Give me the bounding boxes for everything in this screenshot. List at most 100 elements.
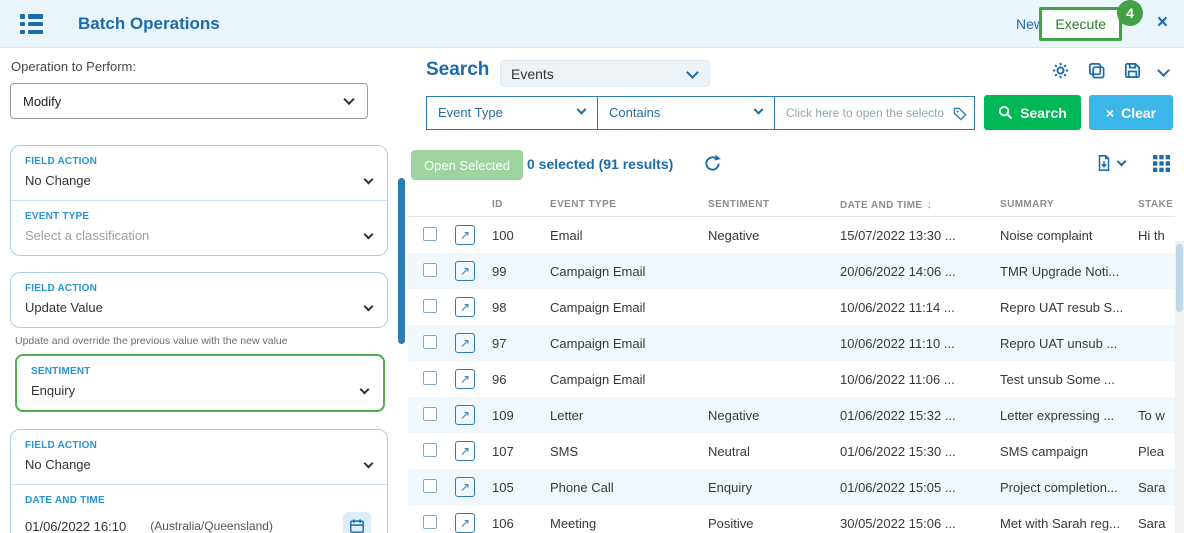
cell-id: 109 (492, 407, 514, 423)
cell-sentiment: Negative (708, 407, 760, 423)
left-panel-scrollbar[interactable] (398, 178, 405, 344)
cell-event-type: Campaign Email (550, 371, 646, 387)
table-row: 99 Campaign Email 20/06/2022 14:06 ... T… (408, 253, 1175, 289)
column-settings-button[interactable] (1153, 154, 1170, 172)
open-row-button[interactable] (455, 225, 475, 245)
field-action-value: No Change (25, 457, 91, 472)
save-search-button[interactable] (1123, 61, 1142, 80)
row-checkbox[interactable] (423, 478, 437, 493)
operation-select[interactable]: Modify (10, 83, 368, 119)
clear-x-icon: × (1105, 104, 1115, 121)
chevron-down-icon (1116, 156, 1127, 167)
col-id[interactable]: ID (492, 199, 550, 210)
table-row: 109 Letter Negative 01/06/2022 15:32 ...… (408, 397, 1175, 433)
col-event-type[interactable]: EVENT TYPE (550, 199, 708, 210)
cell-event-type: Campaign Email (550, 335, 646, 351)
search-criteria-row: Event Type Contains Click here to open t… (426, 95, 1173, 130)
open-row-button[interactable] (455, 441, 475, 461)
search-results-panel: Search Events Event Type Contains Click … (408, 48, 1184, 533)
row-checkbox[interactable] (423, 370, 437, 385)
sentiment-value: Enquiry (31, 383, 76, 398)
tag-icon (953, 107, 967, 121)
field-action-value: Update Value (25, 300, 103, 315)
collapse-search-button[interactable] (1157, 64, 1170, 77)
cell-id: 105 (492, 479, 514, 495)
criteria-field-select[interactable]: Event Type (427, 97, 597, 129)
open-selected-button[interactable]: Open Selected (411, 150, 524, 180)
open-row-button[interactable] (455, 477, 475, 497)
cell-sentiment: Enquiry (708, 479, 753, 495)
settings-gear-button[interactable] (1051, 61, 1070, 80)
col-sentiment[interactable]: SENTIMENT (708, 199, 840, 210)
calendar-icon (350, 519, 364, 533)
clear-button[interactable]: × Clear (1089, 95, 1173, 130)
field-action-select[interactable]: FIELD ACTION No Change (11, 430, 387, 484)
criteria-operator-value: Contains (609, 105, 661, 120)
open-row-button[interactable] (455, 513, 475, 533)
field-action-value: No Change (25, 173, 91, 188)
chevron-down-icon (343, 93, 355, 106)
date-and-time-value[interactable]: 01/06/2022 16:10 (25, 519, 126, 533)
table-body: 100 Email Negative 15/07/2022 13:30 ... … (408, 217, 1175, 533)
cell-sentiment: Neutral (708, 443, 750, 459)
row-checkbox[interactable] (423, 442, 437, 457)
open-row-button[interactable] (455, 333, 475, 353)
row-checkbox[interactable] (423, 262, 437, 277)
row-checkbox[interactable] (423, 514, 437, 529)
operation-to-perform-label: Operation to Perform: (11, 59, 136, 74)
col-datetime[interactable]: DATE AND TIME ↓ (840, 199, 1000, 211)
export-button[interactable] (1095, 154, 1127, 172)
refresh-button[interactable] (703, 154, 722, 178)
row-checkbox[interactable] (423, 334, 437, 349)
field-action-label: FIELD ACTION (25, 283, 98, 294)
menu-icon[interactable] (20, 14, 43, 34)
export-file-icon (1098, 155, 1110, 171)
row-checkbox[interactable] (423, 226, 437, 241)
cell-summary: Repro UAT resub S... (1000, 299, 1124, 315)
cell-event-type: Phone Call (550, 479, 614, 495)
col-stakeholders[interactable]: STAKE (1138, 199, 1175, 210)
col-summary[interactable]: SUMMARY (1000, 199, 1138, 210)
cell-summary: Test unsub Some ... (1000, 371, 1115, 387)
cell-id: 100 (492, 227, 514, 243)
close-icon[interactable]: × (1157, 12, 1168, 34)
table-scrollbar-thumb[interactable] (1176, 244, 1183, 312)
field-group-sentiment: FIELD ACTION Update Value Update and ove… (10, 272, 390, 412)
open-row-button[interactable] (455, 369, 475, 389)
field-action-select[interactable]: FIELD ACTION No Change (11, 146, 387, 200)
row-checkbox[interactable] (423, 406, 437, 421)
table-row: 107 SMS Neutral 01/06/2022 15:30 ... SMS… (408, 433, 1175, 469)
cell-stakeholders: Plea (1138, 443, 1165, 459)
search-entity-value: Events (511, 65, 554, 82)
selector-button[interactable] (952, 106, 968, 127)
grid-icon (1153, 154, 1170, 172)
table-scrollbar[interactable] (1175, 241, 1184, 533)
batch-operations-panel: Operation to Perform: Modify FIELD ACTIO… (0, 48, 400, 533)
cell-datetime: 20/06/2022 14:06 ... (840, 263, 956, 279)
calendar-picker-button[interactable] (343, 512, 371, 533)
open-row-button[interactable] (455, 405, 475, 425)
date-and-time-field: DATE AND TIME 01/06/2022 16:10 (Australi… (11, 484, 387, 533)
search-entity-select[interactable]: Events (500, 60, 710, 87)
chevron-down-icon (686, 66, 699, 79)
cell-datetime: 10/06/2022 11:10 ... (840, 335, 955, 351)
copy-search-button[interactable] (1087, 61, 1106, 80)
search-button[interactable]: Search (984, 95, 1081, 130)
execute-button[interactable]: Execute (1039, 7, 1122, 41)
cell-event-type: Campaign Email (550, 263, 646, 279)
row-checkbox[interactable] (423, 298, 437, 313)
field-action-select[interactable]: FIELD ACTION Update Value (11, 273, 387, 327)
cell-id: 98 (492, 299, 507, 315)
criteria-value-input[interactable] (786, 105, 944, 120)
open-row-button[interactable] (455, 261, 475, 281)
field-group-event-type: FIELD ACTION No Change EVENT TYPE Select… (10, 145, 388, 256)
sentiment-select[interactable]: SENTIMENT Enquiry (17, 356, 383, 410)
criteria-operator-select[interactable]: Contains (597, 96, 774, 129)
selection-status: 0 selected (91 results) (527, 156, 674, 172)
table-row: 97 Campaign Email 10/06/2022 11:10 ... R… (408, 325, 1175, 361)
table-header: ID EVENT TYPE SENTIMENT DATE AND TIME ↓ S… (408, 193, 1175, 217)
event-type-select[interactable]: EVENT TYPE Select a classification (11, 200, 387, 255)
open-row-button[interactable] (455, 297, 475, 317)
cell-event-type: Letter (550, 407, 584, 423)
cell-summary: Letter expressing ... (1000, 407, 1115, 423)
